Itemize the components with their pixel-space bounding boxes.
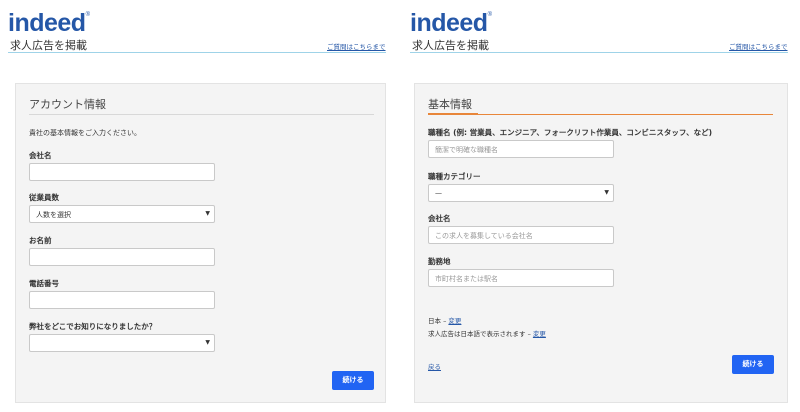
chevron-down-icon: ▼ xyxy=(205,210,210,217)
card-divider xyxy=(29,114,374,115)
indeed-logo[interactable]: indeed® xyxy=(410,9,492,38)
chevron-down-icon: ▼ xyxy=(604,189,609,196)
location-label: 勤務地 xyxy=(428,257,451,266)
name-input[interactable] xyxy=(29,248,215,266)
job-category-value: — xyxy=(435,189,442,197)
employees-select-value: 人数を選択 xyxy=(36,211,71,219)
card-divider xyxy=(428,113,773,115)
phone-label: 電話番号 xyxy=(29,279,59,288)
account-info-card: アカウント情報 貴社の基本情報をご入力ください。 会社名 従業員数 人数を選択 … xyxy=(15,83,386,403)
country-text-value: 日本 – xyxy=(428,317,447,325)
page-subtitle: 求人広告を掲載 xyxy=(10,39,87,52)
employees-label: 従業員数 xyxy=(29,193,59,202)
country-text: 日本 – 変更 xyxy=(428,315,461,325)
continue-button[interactable]: 続ける xyxy=(732,355,774,374)
header-divider xyxy=(410,52,788,53)
intro-text: 貴社の基本情報をご入力ください。 xyxy=(29,129,141,137)
company-label: 会社名 xyxy=(29,151,52,160)
page-subtitle: 求人広告を掲載 xyxy=(412,39,489,52)
language-text-value: 求人広告は日本語で表示されます – xyxy=(428,330,531,338)
name-label: お名前 xyxy=(29,236,52,245)
company-label: 会社名 xyxy=(428,214,451,223)
basic-info-card: 基本情報 職種名 (例: 営業員、エンジニア、フォークリフト作業員、コンビニスタ… xyxy=(414,83,788,403)
contact-link[interactable]: ご質問はこちらまで xyxy=(729,41,788,51)
company-input[interactable] xyxy=(29,163,215,181)
company-input[interactable]: この求人を募集している会社名 xyxy=(428,226,614,244)
job-category-select[interactable]: — ▼ xyxy=(428,184,614,202)
change-language-link[interactable]: 変更 xyxy=(533,330,546,338)
referral-source-label: 弊社をどこでお知りになりましたか？ xyxy=(29,322,157,331)
job-title-label: 職種名 (例: 営業員、エンジニア、フォークリフト作業員、コンビニスタッフ、など… xyxy=(428,128,713,137)
employees-select[interactable]: 人数を選択 ▼ xyxy=(29,205,215,223)
continue-button[interactable]: 続ける xyxy=(332,371,374,390)
chevron-down-icon: ▼ xyxy=(205,339,210,346)
referral-source-select[interactable]: ▼ xyxy=(29,334,215,352)
job-category-label: 職種カテゴリー xyxy=(428,172,481,181)
card-title: アカウント情報 xyxy=(29,98,106,111)
location-input[interactable]: 市町村名または駅名 xyxy=(428,269,614,287)
card-title: 基本情報 xyxy=(428,98,472,111)
language-text: 求人広告は日本語で表示されます – 変更 xyxy=(428,328,546,338)
back-link[interactable]: 戻る xyxy=(428,361,441,371)
job-title-input[interactable]: 簡潔で明確な職種名 xyxy=(428,140,614,158)
indeed-logo[interactable]: indeed® xyxy=(8,9,90,38)
account-info-panel: indeed® 求人広告を掲載 ご質問はこちらまで アカウント情報 貴社の基本情… xyxy=(0,0,400,412)
phone-input[interactable] xyxy=(29,291,215,309)
basic-info-panel: indeed® 求人広告を掲載 ご質問はこちらまで 基本情報 職種名 (例: 営… xyxy=(400,0,800,412)
header-divider xyxy=(8,52,386,53)
contact-link[interactable]: ご質問はこちらまで xyxy=(327,41,386,51)
change-country-link[interactable]: 変更 xyxy=(448,317,461,325)
